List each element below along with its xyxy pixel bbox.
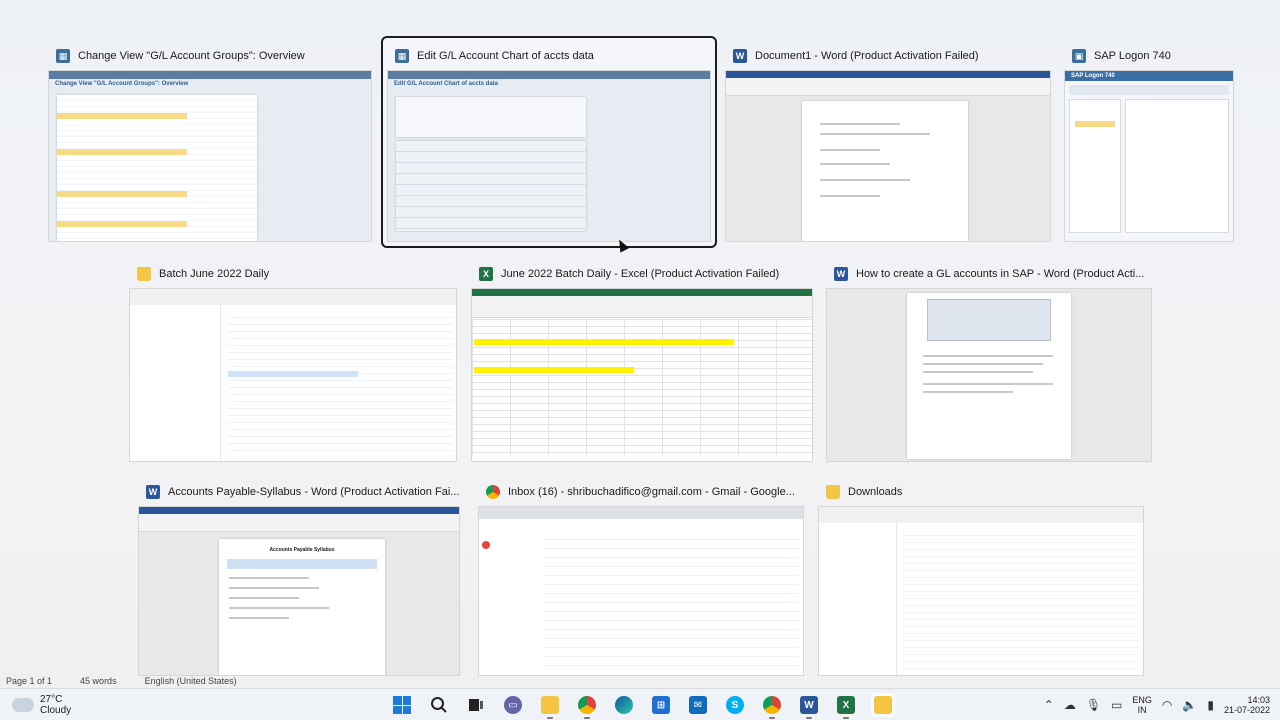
window-title: Batch June 2022 Daily: [159, 268, 270, 280]
edge-icon: [615, 696, 633, 714]
page-count: Page 1 of 1: [6, 676, 53, 686]
window-title: Inbox (16) - shribuchadifico@gmail.com -…: [508, 486, 795, 498]
window-tile-accounts-payable-word[interactable]: W Accounts Payable-Syllabus - Word (Prod…: [134, 474, 464, 680]
excel-icon: X: [837, 696, 855, 714]
wifi-icon[interactable]: ◠: [1162, 698, 1172, 712]
proofing-language: English (United States): [144, 676, 237, 686]
window-thumbnail: Edit G/L Account Chart of accts data: [387, 70, 711, 242]
input-language[interactable]: ENG IN: [1132, 695, 1152, 715]
edge-button[interactable]: [612, 693, 636, 717]
window-thumbnail: Accounts Payable Syllabus: [138, 506, 460, 676]
display-icon[interactable]: ▭: [1111, 698, 1122, 712]
window-tile-downloads[interactable]: Downloads: [814, 474, 1148, 680]
excel-icon: X: [479, 267, 493, 281]
window-title: Document1 - Word (Product Activation Fai…: [755, 50, 979, 62]
date: 21-07-2022: [1223, 705, 1270, 715]
task-switcher: ▦ Change View "G/L Account Groups": Over…: [0, 0, 1280, 680]
word-status-bar: Page 1 of 1 45 words English (United Sta…: [0, 676, 330, 688]
downloads-folder-icon: [826, 485, 840, 499]
mail-button[interactable]: ✉: [686, 693, 710, 717]
weather-condition: Cloudy: [40, 705, 72, 716]
time: 14:03: [1247, 695, 1270, 705]
window-title: Accounts Payable-Syllabus - Word (Produc…: [168, 486, 460, 498]
window-thumbnail: [478, 506, 804, 676]
file-explorer-active-button[interactable]: [871, 693, 895, 717]
clock[interactable]: 14:03 21-07-2022: [1224, 695, 1270, 715]
skype-icon: S: [726, 696, 744, 714]
sap-logon-icon: ▣: [1072, 49, 1086, 63]
weather-temp: 27°C: [40, 694, 63, 705]
system-tray: ⌃ ☁ 🎙 ▭ ENG IN ◠ 🔈 ▮ 14:03 21-07-2022: [1044, 689, 1270, 720]
window-thumbnail: [129, 288, 457, 462]
word-count: 45 words: [80, 676, 117, 686]
folder-icon: [874, 696, 892, 714]
window-tile-gmail-chrome[interactable]: Inbox (16) - shribuchadifico@gmail.com -…: [474, 474, 808, 680]
word-button[interactable]: W: [797, 693, 821, 719]
mail-icon: ✉: [689, 696, 707, 714]
word-icon: W: [800, 696, 818, 714]
store-icon: ⊞: [652, 696, 670, 714]
window-thumbnail: Change View "G/L Account Groups": Overvi…: [48, 70, 372, 242]
sap-gui-icon: ▦: [395, 49, 409, 63]
window-thumbnail: [725, 70, 1051, 242]
word-icon: W: [146, 485, 160, 499]
window-tile-gl-account-groups[interactable]: ▦ Change View "G/L Account Groups": Over…: [44, 38, 376, 246]
volume-icon[interactable]: 🔈: [1182, 698, 1197, 712]
onedrive-icon[interactable]: ☁: [1064, 698, 1076, 712]
chrome-icon: [763, 696, 781, 714]
chrome-icon: [486, 485, 500, 499]
skype-button[interactable]: S: [723, 693, 747, 717]
taskbar: 27°C Cloudy ▭ ⊞ ✉ S W X ⌃ ☁ 🎙 ▭ ENG IN ◠…: [0, 688, 1280, 720]
sap-gui-icon: ▦: [56, 49, 70, 63]
window-tile-edit-gl-account[interactable]: ▦ Edit G/L Account Chart of accts data E…: [381, 36, 717, 248]
chrome-profile-button[interactable]: [760, 693, 784, 719]
task-view-button[interactable]: [464, 693, 488, 717]
cloud-icon: [12, 698, 34, 712]
chat-icon: ▭: [504, 696, 522, 714]
search-button[interactable]: [427, 693, 451, 717]
folder-icon: [137, 267, 151, 281]
window-tile-batch-june-folder[interactable]: Batch June 2022 Daily: [125, 256, 461, 466]
window-title: Edit G/L Account Chart of accts data: [417, 50, 594, 62]
chevron-up-icon[interactable]: ⌃: [1044, 698, 1054, 712]
windows-logo-icon: [393, 696, 411, 714]
task-view-icon: [469, 699, 483, 711]
window-thumbnail: [826, 288, 1152, 462]
battery-icon[interactable]: ▮: [1207, 698, 1214, 712]
teams-chat-button[interactable]: ▭: [501, 693, 525, 717]
word-icon: W: [733, 49, 747, 63]
window-title: Downloads: [848, 486, 903, 498]
window-tile-sap-logon[interactable]: ▣ SAP Logon 740 SAP Logon 740: [1060, 38, 1238, 246]
taskbar-apps: ▭ ⊞ ✉ S W X: [390, 689, 895, 720]
word-icon: W: [834, 267, 848, 281]
window-thumbnail: [818, 506, 1144, 676]
window-title: SAP Logon 740: [1094, 50, 1171, 62]
window-tile-gl-accounts-word[interactable]: W How to create a GL accounts in SAP - W…: [822, 256, 1156, 466]
folder-icon: [541, 696, 559, 714]
chrome-icon: [578, 696, 596, 714]
window-thumbnail: [471, 288, 813, 462]
window-tile-document1-word[interactable]: W Document1 - Word (Product Activation F…: [721, 38, 1055, 246]
excel-button[interactable]: X: [834, 693, 858, 719]
start-button[interactable]: [390, 693, 414, 717]
file-explorer-button[interactable]: [538, 693, 562, 719]
window-title: How to create a GL accounts in SAP - Wor…: [856, 268, 1145, 280]
search-icon: [431, 697, 447, 713]
store-button[interactable]: ⊞: [649, 693, 673, 717]
window-title: Change View "G/L Account Groups": Overvi…: [78, 50, 305, 62]
microphone-icon[interactable]: 🎙: [1086, 698, 1101, 712]
window-thumbnail: SAP Logon 740: [1064, 70, 1234, 242]
window-title: June 2022 Batch Daily - Excel (Product A…: [501, 268, 780, 280]
window-tile-june-batch-excel[interactable]: X June 2022 Batch Daily - Excel (Product…: [467, 256, 817, 466]
chrome-button[interactable]: [575, 693, 599, 719]
weather-widget[interactable]: 27°C Cloudy: [12, 689, 71, 720]
